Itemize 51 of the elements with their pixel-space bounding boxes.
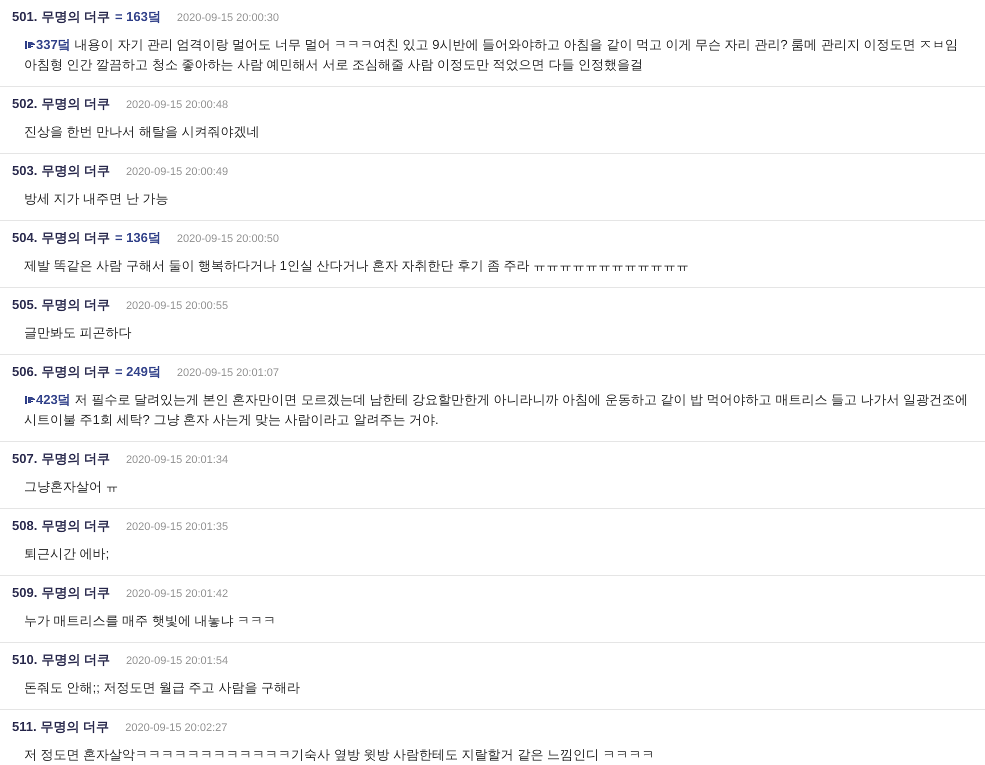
pointing-hand-icon: [24, 395, 36, 405]
author-name: 무명의 더쿠: [41, 162, 110, 180]
post-number: 507.: [12, 450, 38, 468]
post-number: 505.: [12, 296, 38, 314]
author-score: = 163덬: [114, 8, 161, 26]
comment-text: 진상을 한번 만나서 해탈을 시켜줘야겠네: [23, 123, 260, 141]
comment-text: 방세 지가 내주면 난 가능: [23, 190, 170, 208]
author-score: = 249덬: [114, 363, 161, 381]
post-time: 2020-09-15 20:01:35: [126, 520, 228, 535]
author-name: 무명의 더쿠: [41, 517, 110, 535]
author-name: 무명의 더쿠: [41, 584, 110, 602]
post-time: 2020-09-15 20:01:07: [176, 366, 279, 381]
pointing-hand-icon: [24, 40, 36, 50]
post-number: 508.: [12, 517, 38, 535]
comment-text: 돈줘도 안해;; 저정도면 월급 주고 사람을 구해라: [23, 679, 301, 697]
post-number: 501.: [12, 8, 38, 26]
post-number: 511.: [12, 718, 37, 736]
post-time: 2020-09-15 20:01:54: [126, 654, 228, 669]
author-name: 무명의 더쿠: [41, 450, 110, 468]
post-time: 2020-09-15 20:02:27: [125, 721, 228, 736]
author-name: 무명의 더쿠: [41, 8, 110, 26]
comment-text: 글만봐도 피곤하다: [23, 324, 133, 342]
author-name: 무명의 더쿠: [40, 718, 110, 736]
post-time: 2020-09-15 20:00:48: [126, 98, 228, 113]
comment-text: 제발 똑같은 사람 구해서 둘이 행복하다거나 1인실 산다거나 혼자 자취한단 후기 좀 주라 ㅠㅠㅠㅠㅠㅠㅠㅠㅠㅠㅠㅠ: [23, 257, 690, 275]
post-number: 506.: [12, 363, 38, 381]
author-score: = 136덬: [114, 229, 161, 247]
post-time: 2020-09-15 20:00:49: [126, 165, 228, 180]
comment-text: 그냥혼자살어 ㅠ: [23, 478, 120, 496]
post-number: 509.: [12, 584, 38, 602]
comment-text: 저 정도면 혼자살악ㅋㅋㅋㅋㅋㅋㅋㅋㅋㅋㅋㅋ기숙사 옆방 윗방 사람한테도 지랄할거 같은 느낌인디 ㅋㅋㅋㅋ: [23, 746, 656, 764]
post-time: 2020-09-15 20:00:30: [176, 11, 279, 26]
post-number: 510.: [12, 651, 38, 669]
post-time: 2020-09-15 20:01:34: [126, 453, 228, 468]
reply-link[interactable]: 423덬: [24, 392, 71, 407]
post-time: 2020-09-15 20:00:55: [126, 299, 228, 314]
comment-text: 퇴근시간 에바;: [23, 545, 110, 563]
author-name: 무명의 더쿠: [41, 229, 110, 247]
comment-text: 337덬 내용이 자기 관리 엄격이랑 멀어도 너무 멀어 ㅋㅋㅋ여친 있고 9시반에 들어와야하고 아침을 같이 먹고 이게 무슨 자리 관리? 룸메 관리지 이정도면 ㅈㅂ임 아침형 인간 깔끔하고 청소 좋아하는 사람 예민해서 서로 조심해줄 사람 이정도만 적었으면 다들 인정했을걸: [23, 36, 960, 74]
post-number: 503.: [12, 162, 38, 180]
post-time: 2020-09-15 20:00:50: [176, 232, 279, 247]
comment-text: 423덬 저 필수로 달려있는게 본인 혼자만이면 모르겠는데 남한테 강요할만한게 아니라니까 아침에 운동하고 같이 밥 먹어야하고 매트리스 들고 나가서 일광건조에 시트이불 주1회 세탁? 그냥 혼자 사는게 맞는 사람이라고 알려주는 거야.: [23, 391, 970, 429]
author-name: 무명의 더쿠: [41, 363, 110, 381]
post-time: 2020-09-15 20:01:42: [126, 587, 228, 602]
post-number: 502.: [12, 95, 38, 113]
post-number: 504.: [12, 229, 38, 247]
author-name: 무명의 더쿠: [41, 296, 110, 314]
reply-link[interactable]: 337덬: [24, 37, 71, 52]
author-name: 무명의 더쿠: [41, 651, 110, 669]
comment-text: 누가 매트리스를 매주 햇빛에 내놓냐 ㅋㅋㅋ: [23, 612, 278, 630]
author-name: 무명의 더쿠: [41, 95, 110, 113]
